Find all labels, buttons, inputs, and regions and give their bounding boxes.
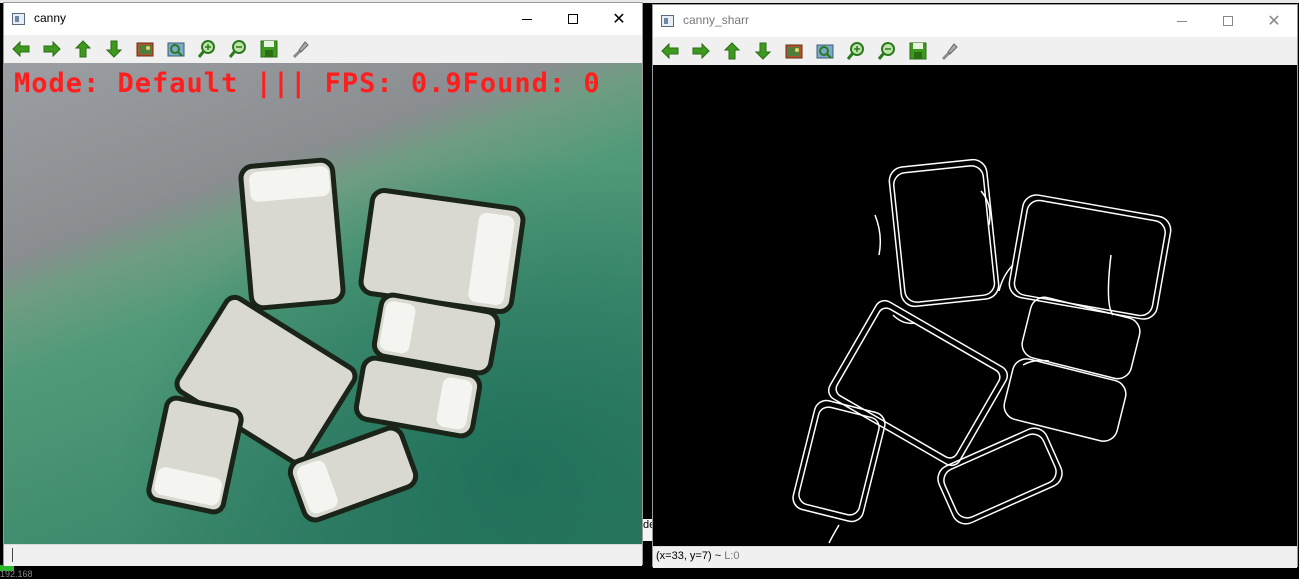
zoom-fit-button[interactable] [163,37,188,61]
zoom-fit-icon [816,44,833,59]
window-title: canny_sharr [683,13,750,27]
pan-right-button[interactable] [688,39,713,63]
pan-down-icon [754,42,771,60]
pan-right-icon [692,42,710,60]
zoom-in-icon [846,42,864,60]
canny-sharr-window: canny_sharr ✕ (x=33, y=7) ~ L:0 [652,4,1298,568]
maximize-icon [568,14,578,24]
zoom-fit-button[interactable] [812,39,837,63]
capacitor-components [146,157,526,523]
zoom-out-icon [228,40,246,58]
background-window-fragment: de [643,519,652,541]
properties-icon [292,41,309,58]
save-button[interactable] [905,39,930,63]
properties-icon [941,43,958,60]
minimize-button[interactable] [1159,5,1205,37]
status-bar: (x=33, y=7) ~ L:0 [653,546,1297,568]
title-bar[interactable]: canny ✕ [4,3,642,35]
close-icon: ✕ [612,11,626,28]
zoom-reset-button[interactable] [781,39,806,63]
save-icon [909,42,926,60]
save-icon [260,40,277,58]
pan-down-icon [105,40,122,58]
pan-left-button[interactable] [657,39,682,63]
close-icon: ✕ [1267,13,1281,30]
pan-up-button[interactable] [719,39,744,63]
pan-up-button[interactable] [70,37,95,61]
zoom-in-button[interactable] [194,37,219,61]
toolbar [653,37,1297,65]
pan-left-button[interactable] [8,37,33,61]
minimize-icon [1177,20,1187,22]
camera-frame [146,157,526,523]
corner-text: 192.168 [0,569,33,579]
pan-left-icon [11,40,29,58]
status-bar [4,544,642,566]
overlay-status-text: Mode: Default ||| FPS: 0.9Found: 0 [14,68,601,99]
pan-down-button[interactable] [750,39,775,63]
pan-left-icon [660,42,678,60]
zoom-fit-icon [167,42,184,57]
close-button[interactable]: ✕ [596,3,642,35]
close-button[interactable]: ✕ [1251,5,1297,37]
zoom-reset-button[interactable] [132,37,157,61]
pan-up-icon [74,40,91,58]
minimize-icon [522,18,532,20]
minimize-button[interactable] [504,3,550,35]
maximize-button[interactable] [550,3,596,35]
app-icon [661,15,674,27]
image-view[interactable] [653,65,1297,546]
pan-right-icon [43,40,61,58]
properties-button[interactable] [287,37,312,61]
zoom-out-button[interactable] [225,37,250,61]
title-bar[interactable]: canny_sharr ✕ [653,5,1297,37]
zoom-out-icon [877,42,895,60]
save-button[interactable] [256,37,281,61]
toolbar [4,35,642,63]
edge-map [792,158,1172,544]
zoom-reset-icon [785,44,802,59]
zoom-reset-icon [136,42,153,57]
background-fragment-text: de [643,519,652,531]
zoom-out-button[interactable] [874,39,899,63]
pan-right-button[interactable] [39,37,64,61]
zoom-in-button[interactable] [843,39,868,63]
status-caret [12,548,13,562]
window-title: canny [34,11,67,25]
status-extra: L:0 [724,550,740,562]
properties-button[interactable] [936,39,961,63]
edge-contours [792,158,1172,544]
maximize-button[interactable] [1205,5,1251,37]
maximize-icon [1223,16,1233,26]
status-coordinates: (x=33, y=7) ~ [656,550,722,562]
status-text: (x=33, y=7) ~ L:0 [656,550,739,562]
zoom-in-icon [197,40,215,58]
app-icon [12,13,25,25]
pan-down-button[interactable] [101,37,126,61]
image-view[interactable]: Mode: Default ||| FPS: 0.9Found: 0 [4,63,642,544]
pan-up-icon [723,42,740,60]
canny-window: canny ✕ Mode: Default ||| FPS: 0.9Found:… [3,2,643,566]
